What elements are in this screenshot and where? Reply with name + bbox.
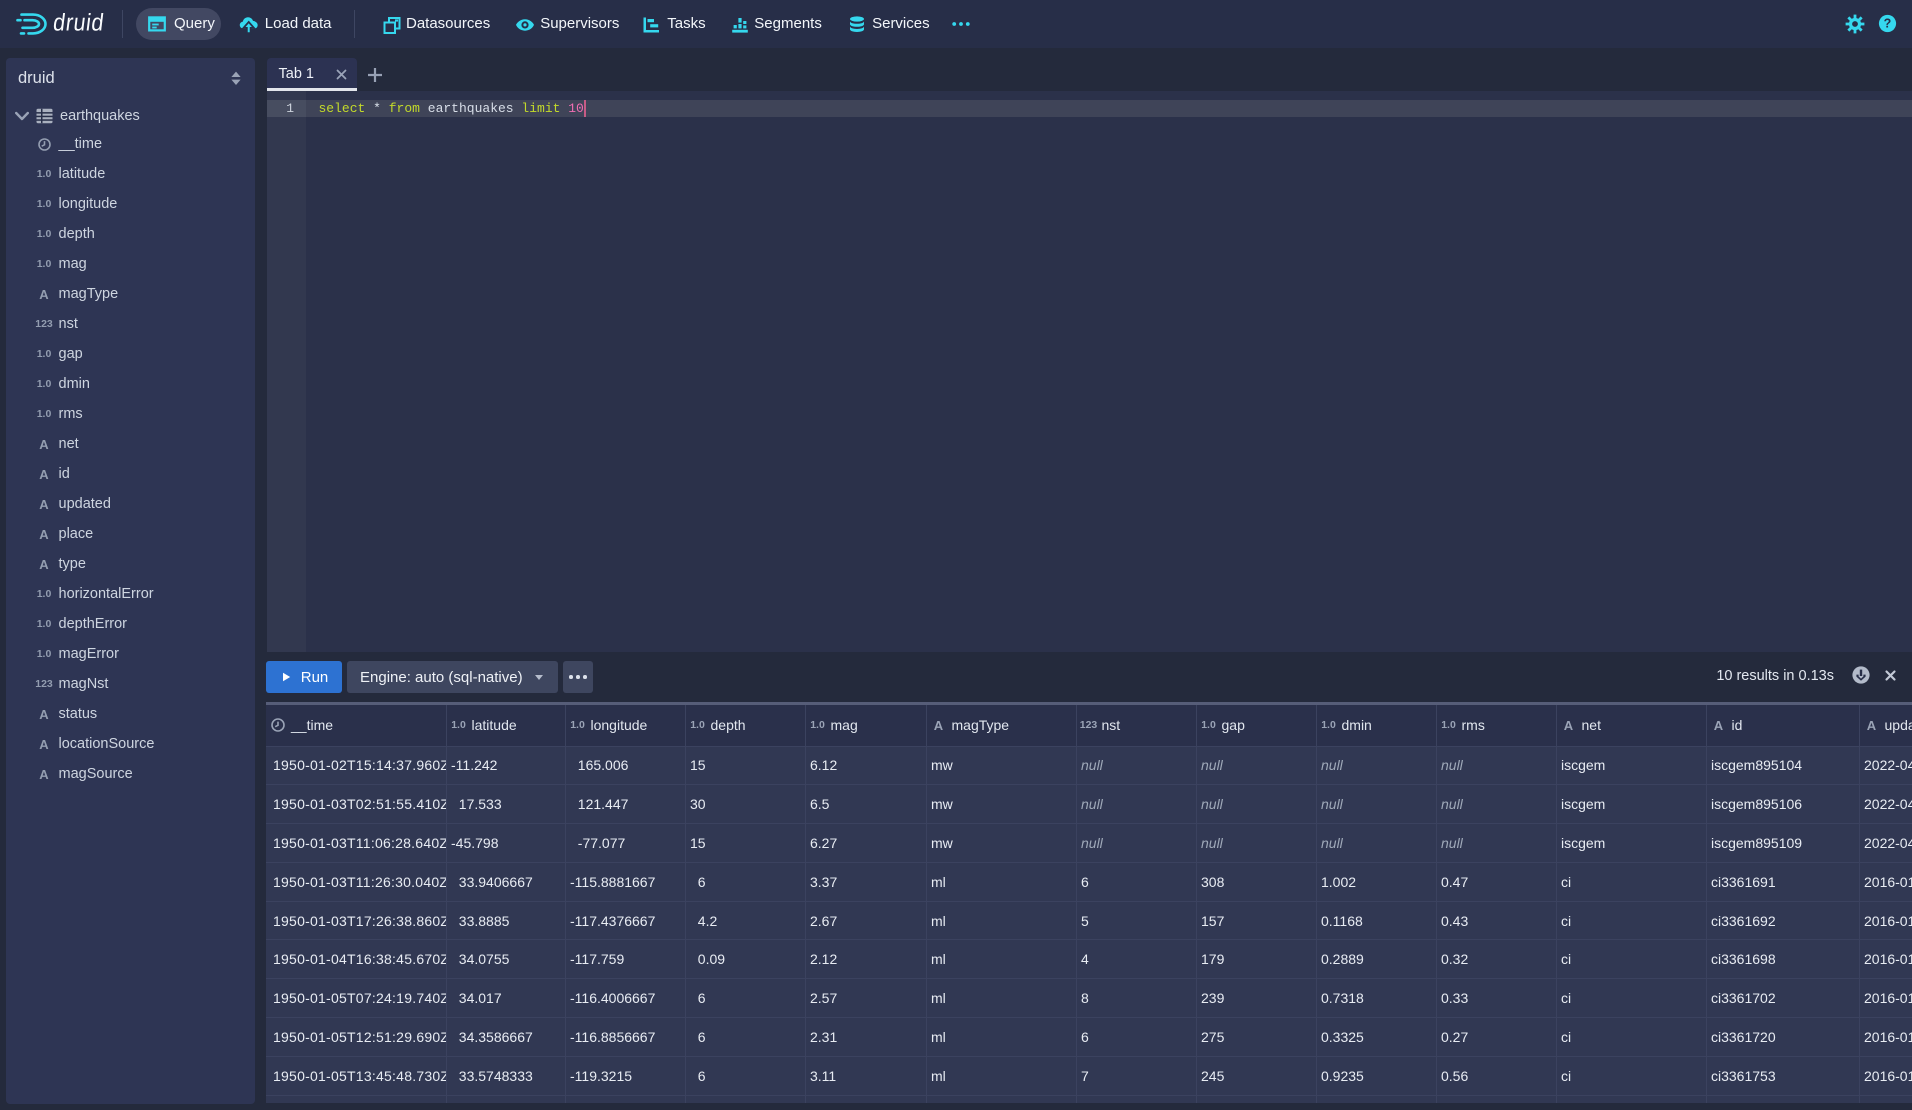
svg-text:?: ? <box>1884 17 1892 31</box>
